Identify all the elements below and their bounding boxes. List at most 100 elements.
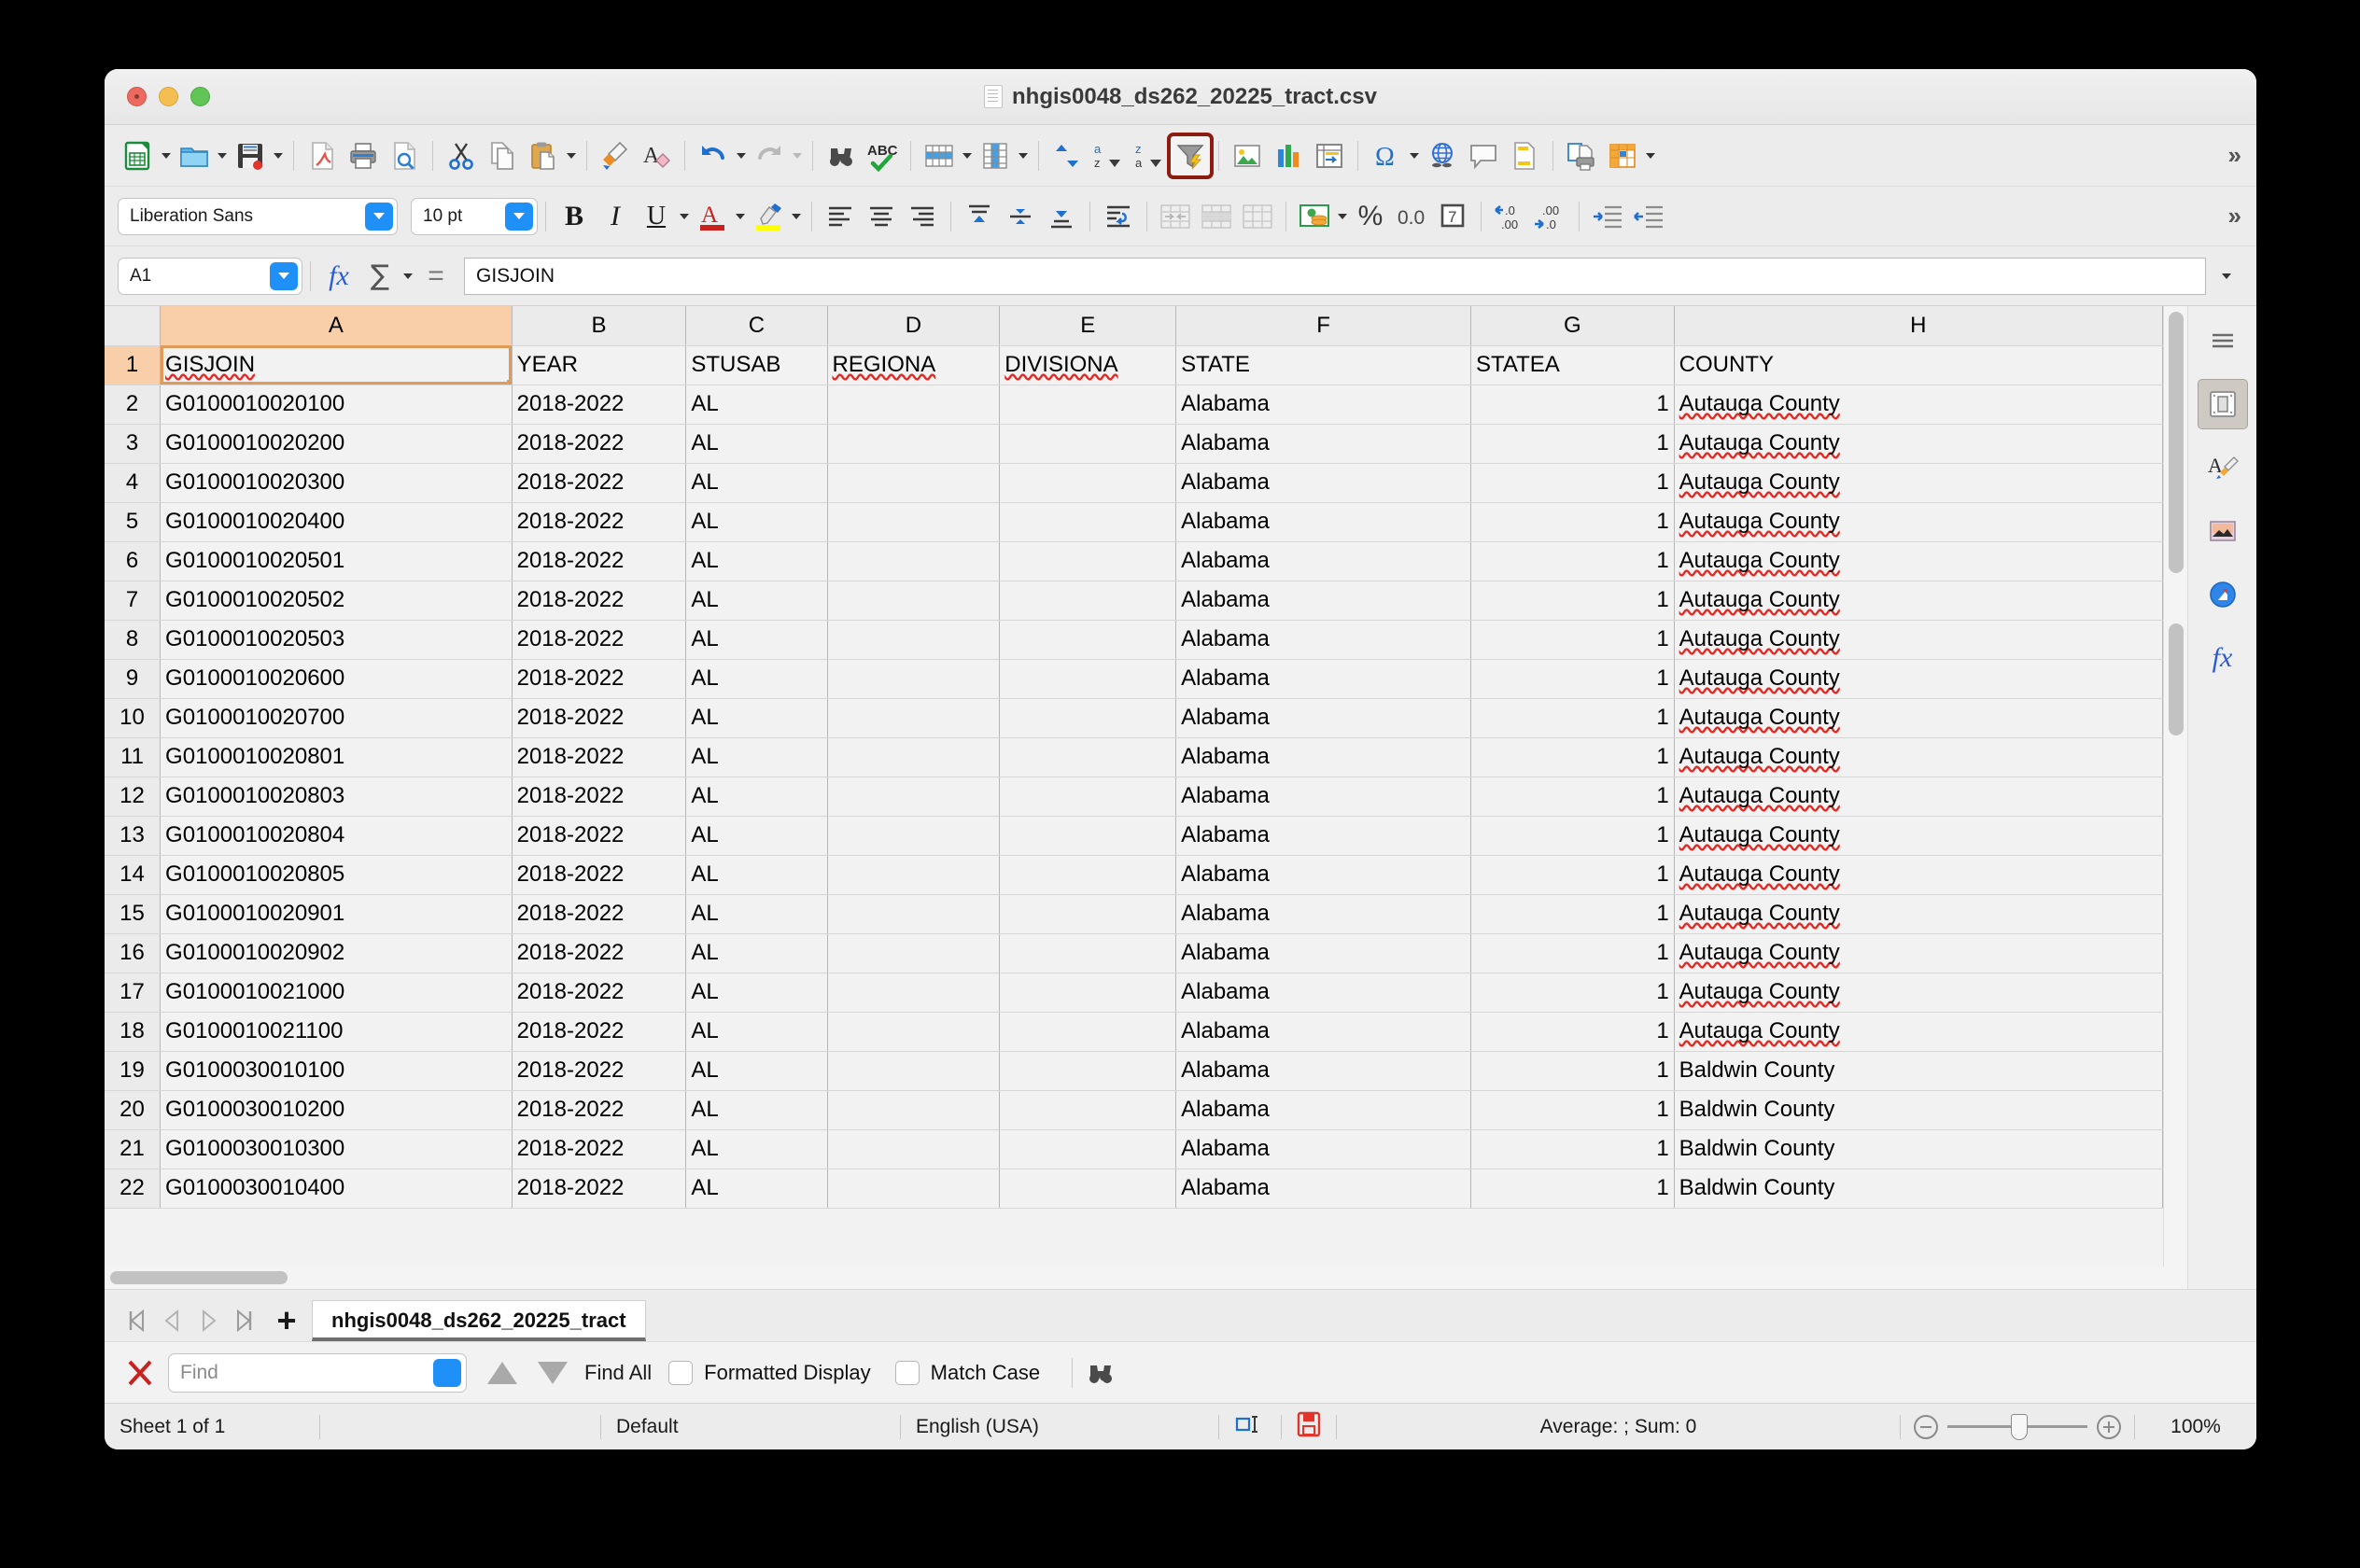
clone-formatting-icon[interactable]: [595, 135, 636, 176]
table-row[interactable]: 9 G0100010020600 2018-2022 AL Alabama 1 Autaug…: [105, 659, 2163, 699]
cell-A15[interactable]: G0100010020901: [160, 894, 513, 934]
headers-and-footers-icon[interactable]: [1504, 135, 1545, 176]
cell-B5[interactable]: 2018-2022: [512, 502, 687, 542]
cell-A22[interactable]: G0100030010400: [160, 1169, 513, 1209]
row-header-2[interactable]: 2: [105, 385, 162, 425]
cell-D17[interactable]: [827, 973, 1001, 1013]
row-header-14[interactable]: 14: [105, 855, 162, 895]
export-pdf-icon[interactable]: [302, 135, 343, 176]
column-icon[interactable]: [975, 135, 1016, 176]
sidebar-item-gallery[interactable]: [2198, 506, 2248, 556]
table-row[interactable]: 20 G0100030010200 2018-2022 AL Alabama 1 Baldw…: [105, 1090, 2163, 1130]
copy-icon[interactable]: [482, 135, 523, 176]
format-as-date-icon[interactable]: 7: [1432, 196, 1473, 237]
cell-H1[interactable]: COUNTY: [1674, 345, 2163, 385]
cell-B22[interactable]: 2018-2022: [512, 1169, 687, 1209]
align-right-icon[interactable]: [902, 196, 943, 237]
cell-B14[interactable]: 2018-2022: [512, 855, 687, 895]
cell-B15[interactable]: 2018-2022: [512, 894, 687, 934]
name-box[interactable]: A1: [118, 257, 302, 295]
cell-E18[interactable]: [999, 1012, 1177, 1052]
cell-D22[interactable]: [827, 1169, 1001, 1209]
font-size-combobox[interactable]: 10 pt: [411, 197, 538, 235]
cell-E3[interactable]: [999, 424, 1177, 464]
cell-E10[interactable]: [999, 698, 1177, 738]
language-status[interactable]: English (USA): [901, 1416, 1218, 1438]
row-header-18[interactable]: 18: [105, 1012, 162, 1052]
table-row[interactable]: 12 G0100010020803 2018-2022 AL Alabama 1 Autau…: [105, 777, 2163, 817]
cell-F18[interactable]: Alabama: [1175, 1012, 1471, 1052]
increase-indent-icon[interactable]: [1587, 196, 1628, 237]
cell-H14[interactable]: Autauga County: [1674, 855, 2163, 895]
sum-dropdown[interactable]: [400, 258, 415, 295]
cell-B2[interactable]: 2018-2022: [512, 385, 687, 425]
table-row[interactable]: 5 G0100010020400 2018-2022 AL Alabama 1 Autaug…: [105, 502, 2163, 542]
cell-A10[interactable]: G0100010020700: [160, 698, 513, 738]
cell-G22[interactable]: 1: [1470, 1169, 1675, 1209]
cell-F1[interactable]: STATE: [1175, 345, 1471, 385]
bold-button[interactable]: B: [554, 196, 595, 237]
cell-D15[interactable]: [827, 894, 1001, 934]
redo-icon[interactable]: [749, 135, 790, 176]
table-row[interactable]: 4 G0100010020300 2018-2022 AL Alabama 1 Autaug…: [105, 463, 2163, 503]
cell-H2[interactable]: Autauga County: [1674, 385, 2163, 425]
column-header-b[interactable]: B: [512, 306, 687, 346]
cell-H7[interactable]: Autauga County: [1674, 581, 2163, 621]
cell-C19[interactable]: AL: [685, 1051, 828, 1091]
column-header-e[interactable]: E: [999, 306, 1177, 346]
highlighting-color-icon[interactable]: [748, 196, 789, 237]
cell-E15[interactable]: [999, 894, 1177, 934]
font-name-dropdown-icon[interactable]: [365, 202, 393, 231]
page-style[interactable]: Default: [601, 1416, 900, 1438]
expand-formula-bar-icon[interactable]: [2219, 258, 2234, 295]
row-header-19[interactable]: 19: [105, 1051, 162, 1091]
cell-E4[interactable]: [999, 463, 1177, 503]
cell-A11[interactable]: G0100010020801: [160, 737, 513, 777]
cell-G1[interactable]: STATEA: [1470, 345, 1675, 385]
sidebar-item-navigator[interactable]: [2198, 569, 2248, 620]
cell-H15[interactable]: Autauga County: [1674, 894, 2163, 934]
align-left-icon[interactable]: [820, 196, 861, 237]
freeze-rows-columns-dropdown[interactable]: [1643, 137, 1658, 175]
insert-comment-icon[interactable]: [1463, 135, 1504, 176]
cell-D4[interactable]: [827, 463, 1001, 503]
close-find-bar-icon[interactable]: [119, 1352, 161, 1393]
open-document-dropdown[interactable]: [215, 137, 230, 175]
wrap-text-icon[interactable]: [1098, 196, 1139, 237]
row-header-6[interactable]: 6: [105, 541, 162, 581]
cell-A14[interactable]: G0100010020805: [160, 855, 513, 895]
cell-D19[interactable]: [827, 1051, 1001, 1091]
cell-B18[interactable]: 2018-2022: [512, 1012, 687, 1052]
cell-D11[interactable]: [827, 737, 1001, 777]
add-sheet-button[interactable]: +: [261, 1300, 312, 1341]
cell-F2[interactable]: Alabama: [1175, 385, 1471, 425]
row-header-17[interactable]: 17: [105, 973, 162, 1013]
cell-H8[interactable]: Autauga County: [1674, 620, 2163, 660]
cell-A19[interactable]: G0100030010100: [160, 1051, 513, 1091]
row-header-9[interactable]: 9: [105, 659, 162, 699]
format-as-number-icon[interactable]: 0.0: [1391, 196, 1432, 237]
align-center-vertically-icon[interactable]: [1000, 196, 1041, 237]
cell-C13[interactable]: AL: [685, 816, 828, 856]
row-header-20[interactable]: 20: [105, 1090, 162, 1130]
column-dropdown[interactable]: [1016, 137, 1031, 175]
cell-G10[interactable]: 1: [1470, 698, 1675, 738]
paste-icon[interactable]: [523, 135, 564, 176]
table-row[interactable]: 7 G0100010020502 2018-2022 AL Alabama 1 Autaug…: [105, 581, 2163, 621]
cell-G7[interactable]: 1: [1470, 581, 1675, 621]
table-row[interactable]: 1 GISJOIN YEAR STUSAB REGIONA DIVISIONA STATE S…: [105, 345, 2163, 385]
row-header-21[interactable]: 21: [105, 1129, 162, 1169]
insert-image-icon[interactable]: [1227, 135, 1268, 176]
formatting-toolbar-overflow[interactable]: »: [2228, 202, 2243, 231]
cell-G2[interactable]: 1: [1470, 385, 1675, 425]
cell-B3[interactable]: 2018-2022: [512, 424, 687, 464]
find-and-replace-dialog-icon[interactable]: [1080, 1352, 1121, 1393]
cell-F7[interactable]: Alabama: [1175, 581, 1471, 621]
cell-E8[interactable]: [999, 620, 1177, 660]
cell-H16[interactable]: Autauga County: [1674, 933, 2163, 973]
italic-button[interactable]: I: [595, 196, 636, 237]
cell-D1[interactable]: REGIONA: [827, 345, 1001, 385]
cell-A4[interactable]: G0100010020300: [160, 463, 513, 503]
add-decimal-place-icon[interactable]: .0.00: [1489, 196, 1530, 237]
format-as-currency-icon[interactable]: [1294, 196, 1335, 237]
